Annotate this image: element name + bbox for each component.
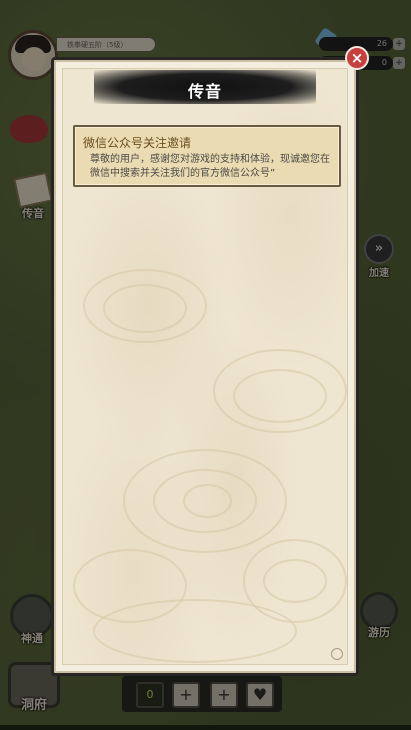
- mail-body: 尊敬的用户，感谢您对游戏的支持和体验，现诚邀您在微信中搜索并关注我们的官方微信公…: [90, 154, 330, 179]
- message-dialog: 传音 微信公众号关注邀请 尊敬的用户，感谢您对游戏的支持和体验，现诚邀您在微信中…: [51, 57, 359, 676]
- dialog-title: 传音: [187, 82, 222, 101]
- mail-title: 微信公众号关注邀请: [83, 136, 192, 150]
- close-icon: ×: [350, 49, 364, 67]
- close-button[interactable]: ×: [345, 46, 369, 70]
- mail-item[interactable]: 微信公众号关注邀请 尊敬的用户，感谢您对游戏的支持和体验，现诚邀您在微信中搜索并…: [73, 125, 341, 187]
- corner-ornament: [331, 648, 343, 660]
